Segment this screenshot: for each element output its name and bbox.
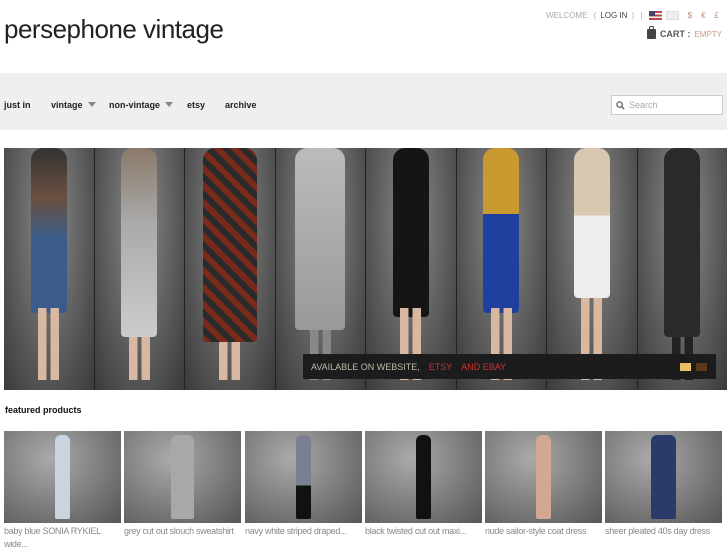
currency-usd[interactable]: $ [688,11,692,20]
product-image[interactable] [4,431,121,523]
banner-caption: AVAILABLE ON WEBSITE, ETSY AND EBAY [303,354,716,379]
nav-archive[interactable]: archive [225,100,257,110]
product-title[interactable]: sheer pleated 40s day dress [605,525,722,538]
slide-dot-active[interactable] [680,363,691,371]
product-card[interactable]: navy white striped draped... [245,431,362,538]
etsy-link[interactable]: ETSY [429,362,453,372]
caption-text: AVAILABLE ON WEBSITE, [311,362,420,372]
product-title[interactable]: black twisted cut out maxi... [365,525,482,538]
nav-non-vintage[interactable]: non-vintage [109,100,173,110]
nav-label: vintage [51,100,83,110]
product-card[interactable]: sheer pleated 40s day dress [605,431,722,538]
site-logo[interactable]: persephone vintage [4,14,223,45]
nav-etsy[interactable]: etsy [187,100,205,110]
slide-dot[interactable] [696,363,707,371]
chevron-down-icon [88,102,96,107]
banner-panel [4,148,95,390]
banner-panel [95,148,186,390]
bracket: ( [594,11,597,20]
product-title[interactable]: navy white striped draped... [245,525,362,538]
product-title[interactable]: nude sailor-style coat dress [485,525,602,538]
cart-label: CART : [660,29,691,39]
banner-panel [185,148,276,390]
cart-status: EMPTY [694,30,722,39]
featured-title: featured products [5,405,82,415]
account-bar: WELCOME. ( LOG IN ) | $ € £ [546,11,719,20]
product-title[interactable]: baby blue SONIA RYKIEL wide... [4,525,121,551]
us-flag-icon[interactable] [649,11,662,20]
nav-just-in[interactable]: just in [4,100,31,110]
product-image[interactable] [124,431,241,523]
bracket: ) [631,11,634,20]
nav-label: non-vintage [109,100,160,110]
product-card[interactable]: grey cut out slouch sweatshirt [124,431,241,538]
welcome-text: WELCOME. [546,11,590,20]
product-title[interactable]: grey cut out slouch sweatshirt [124,525,241,538]
product-card[interactable]: baby blue SONIA RYKIEL wide... [4,431,121,551]
search-placeholder: Search [629,100,658,110]
login-link[interactable]: LOG IN [600,11,627,20]
product-card[interactable]: nude sailor-style coat dress [485,431,602,538]
product-card[interactable]: black twisted cut out maxi... [365,431,482,538]
product-image[interactable] [245,431,362,523]
separator: | [638,11,645,20]
cart[interactable]: CART : EMPTY [647,29,722,39]
product-image[interactable] [365,431,482,523]
product-image[interactable] [485,431,602,523]
nav-vintage[interactable]: vintage [51,100,96,110]
search-icon [616,101,625,110]
uk-flag-icon[interactable] [666,11,679,20]
currency-gbp[interactable]: £ [715,11,719,20]
main-nav: just in vintage non-vintage etsy archive… [0,73,727,130]
search-input[interactable]: Search [611,95,723,115]
ebay-link[interactable]: AND EBAY [461,362,506,372]
product-image[interactable] [605,431,722,523]
shopping-bag-icon [647,29,656,39]
chevron-down-icon [165,102,173,107]
currency-eur[interactable]: € [701,11,705,20]
